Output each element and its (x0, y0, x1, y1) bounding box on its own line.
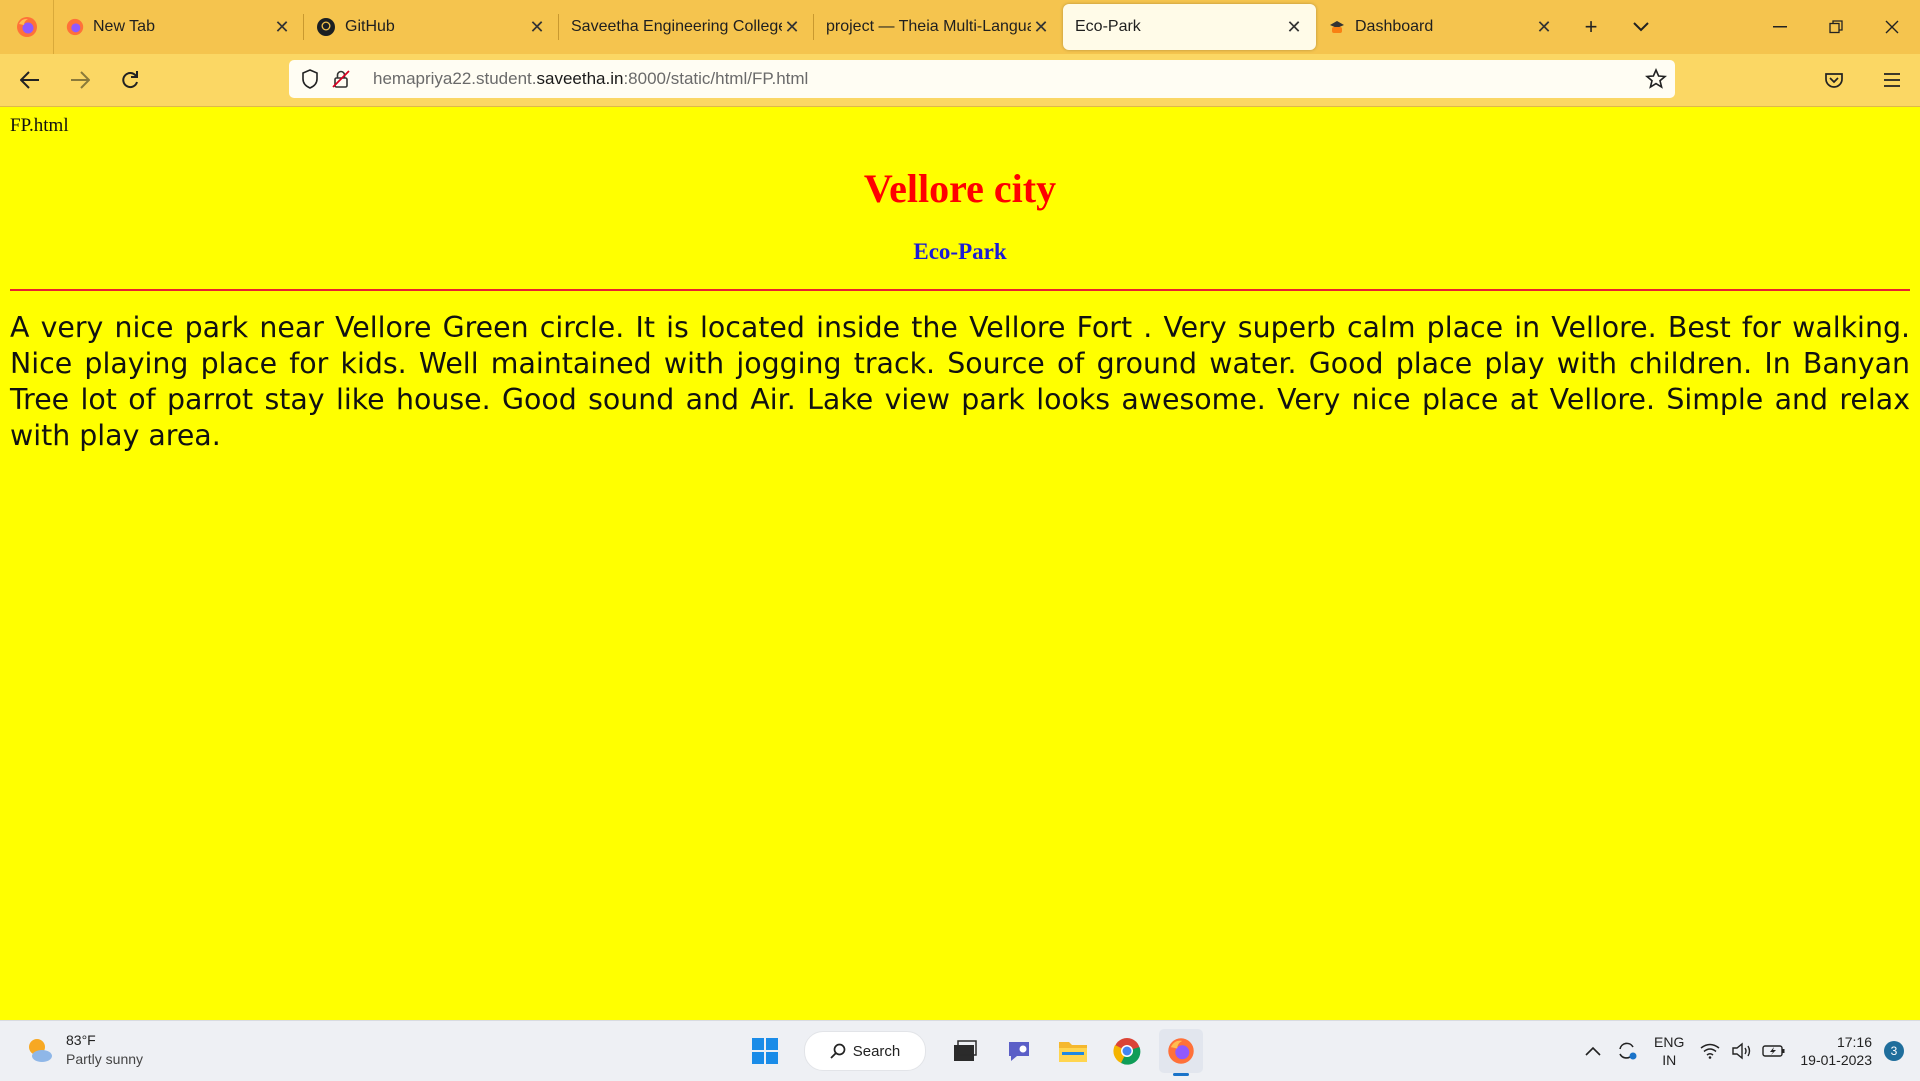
plus-icon: + (1584, 14, 1598, 39)
folder-icon (1059, 1042, 1087, 1062)
wifi-icon (1700, 1043, 1720, 1059)
description-paragraph: A very nice park near Vellore Green circ… (10, 311, 1910, 452)
language-code: ENG (1654, 1034, 1685, 1050)
weather-temperature: 83°F (66, 1032, 96, 1048)
close-icon[interactable]: ✕ (1031, 17, 1051, 37)
reload-button[interactable] (108, 58, 152, 102)
battery-button[interactable] (1759, 1029, 1789, 1073)
github-icon (317, 18, 335, 36)
url-path: :8000/static/html/FP.html (623, 69, 809, 88)
task-view-icon (954, 1040, 977, 1061)
tab-strip: New Tab ✕ GitHub ✕ Saveetha Engineering … (0, 0, 1920, 54)
close-icon[interactable]: ✕ (272, 17, 292, 37)
clock[interactable]: 17:16 19-01-2023 (1800, 1033, 1872, 1069)
tab-label: GitHub (345, 18, 395, 35)
chevron-up-icon (1585, 1046, 1601, 1056)
tab-label: Dashboard (1355, 18, 1434, 35)
weather-condition: Partly sunny (66, 1051, 144, 1067)
show-hidden-icons-button[interactable] (1578, 1029, 1608, 1073)
close-icon[interactable]: ✕ (782, 17, 802, 37)
new-tab-button[interactable]: + (1566, 0, 1616, 54)
forward-button[interactable] (58, 58, 102, 102)
firefox-icon (16, 17, 37, 37)
volume-button[interactable] (1727, 1029, 1757, 1073)
windows-logo-icon (752, 1038, 778, 1064)
tab-eco-park[interactable]: Eco-Park ✕ (1063, 4, 1316, 50)
firefox-icon (66, 18, 84, 36)
chrome-button[interactable] (1105, 1029, 1149, 1073)
weather-widget[interactable]: 83°F Partly sunny (24, 1031, 143, 1069)
teams-chat-button[interactable] (997, 1029, 1041, 1073)
url-host: saveetha.in (536, 69, 624, 88)
battery-charging-icon (1762, 1045, 1785, 1057)
navigation-toolbar: hemapriya22.student.saveetha.in:8000/sta… (0, 54, 1920, 107)
insecure-lock-icon[interactable] (331, 69, 351, 89)
file-explorer-button[interactable] (1051, 1029, 1095, 1073)
task-view-button[interactable] (943, 1029, 987, 1073)
close-icon[interactable]: ✕ (1534, 17, 1554, 37)
search-label: Search (852, 1042, 901, 1060)
tab-label: Saveetha Engineering College (571, 18, 782, 35)
tab-github[interactable]: GitHub ✕ (304, 0, 559, 54)
start-button[interactable] (743, 1029, 787, 1073)
windows-taskbar: 83°F Partly sunny Search ENG IN 17:16 19… (0, 1020, 1920, 1081)
url-text[interactable]: hemapriya22.student.saveetha.in:8000/sta… (373, 69, 808, 89)
pocket-button[interactable] (1812, 58, 1856, 102)
reload-icon (122, 71, 138, 89)
close-icon[interactable]: ✕ (1284, 17, 1304, 37)
restore-button[interactable] (1808, 0, 1864, 54)
active-app-indicator (1173, 1073, 1189, 1076)
shield-icon[interactable] (301, 69, 319, 89)
firefox-taskbar-button[interactable] (1159, 1029, 1203, 1076)
system-tray: ENG IN 17:16 19-01-2023 3 (1576, 1021, 1920, 1081)
partly-sunny-icon (29, 1039, 52, 1062)
sync-status-button[interactable] (1612, 1029, 1642, 1073)
hamburger-menu-icon (1884, 73, 1900, 87)
close-icon (1885, 20, 1899, 34)
minimize-button[interactable] (1752, 0, 1808, 54)
clock-date: 19-01-2023 (1800, 1052, 1872, 1068)
tab-dashboard[interactable]: Dashboard ✕ (1316, 0, 1566, 54)
url-prefix: hemapriya22.student. (373, 69, 537, 88)
close-window-button[interactable] (1864, 0, 1920, 54)
forward-arrow-icon (71, 71, 90, 89)
close-icon[interactable]: ✕ (527, 17, 547, 37)
notification-badge[interactable]: 3 (1884, 1041, 1904, 1061)
app-menu-button[interactable] (1870, 58, 1914, 102)
firefox-view-button[interactable] (0, 0, 54, 54)
pocket-icon (1825, 73, 1843, 88)
search-icon (830, 1043, 846, 1059)
tab-saveetha-engineering-college[interactable]: Saveetha Engineering College ✕ (559, 0, 814, 54)
minimize-icon (1773, 26, 1787, 28)
tab-theia-project[interactable]: project — Theia Multi-Language ✕ (814, 0, 1063, 54)
speaker-icon (1732, 1042, 1751, 1060)
page-heading: Vellore city (863, 166, 1057, 211)
firefox-icon (1168, 1038, 1194, 1064)
restore-icon (1829, 20, 1843, 34)
chevron-down-icon (1633, 22, 1649, 32)
address-bar[interactable]: hemapriya22.student.saveetha.in:8000/sta… (289, 60, 1675, 98)
chrome-icon (1113, 1038, 1141, 1065)
clock-time: 17:16 (1836, 1034, 1872, 1050)
region-code: IN (1662, 1052, 1677, 1068)
network-button[interactable] (1695, 1029, 1725, 1073)
chat-icon (1009, 1042, 1029, 1061)
document-title-text: FP.html (10, 115, 69, 136)
bookmark-star-icon[interactable] (1645, 68, 1667, 90)
tab-new-tab[interactable]: New Tab ✕ (54, 0, 304, 54)
horizontal-rule (10, 289, 1910, 291)
sync-icon (1619, 1042, 1637, 1060)
back-button[interactable] (8, 58, 52, 102)
input-language-indicator[interactable]: ENG IN (1654, 1033, 1684, 1069)
tab-label: Eco-Park (1075, 18, 1141, 35)
tab-label: New Tab (93, 18, 155, 35)
list-all-tabs-button[interactable] (1616, 0, 1666, 54)
page-subheading: Eco-Park (913, 239, 1007, 264)
taskbar-search[interactable]: Search (804, 1031, 926, 1071)
page-content: FP.html Vellore city Eco-Park A very nic… (0, 107, 1920, 1020)
back-arrow-icon (20, 71, 39, 89)
moodle-icon (1330, 21, 1344, 33)
tab-label: project — Theia Multi-Language (826, 18, 1031, 35)
